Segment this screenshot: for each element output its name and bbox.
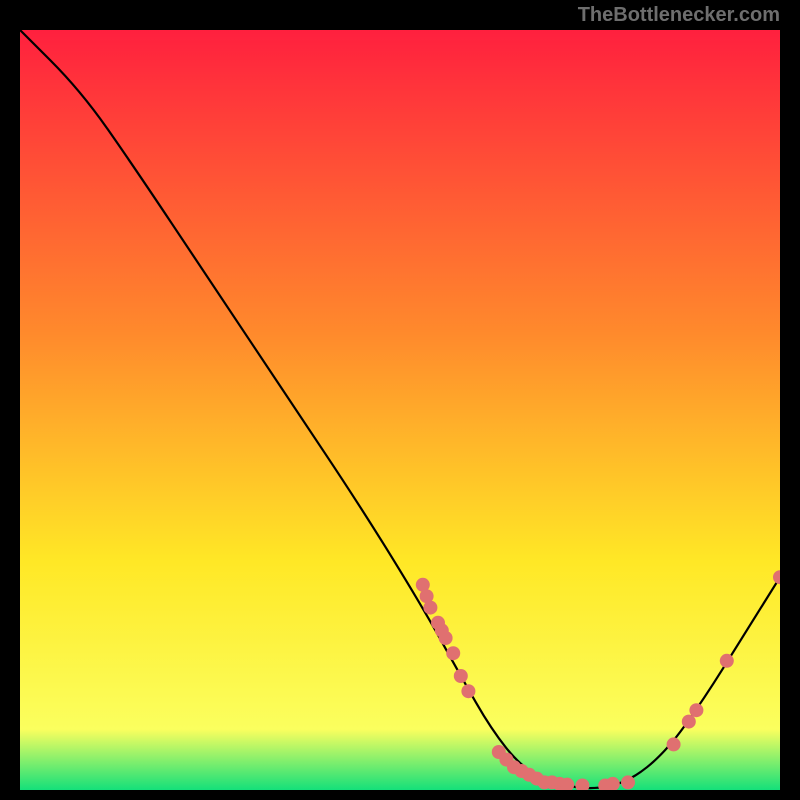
data-point <box>689 703 703 717</box>
data-point <box>439 631 453 645</box>
data-point <box>446 646 460 660</box>
data-point <box>621 775 635 789</box>
attribution-text: TheBottlenecker.com <box>578 4 780 27</box>
data-point <box>667 737 681 751</box>
data-point <box>682 715 696 729</box>
data-point <box>423 601 437 615</box>
bottleneck-curve-chart <box>20 30 780 790</box>
data-point <box>720 654 734 668</box>
data-point <box>454 669 468 683</box>
chart-frame <box>20 30 780 790</box>
data-point <box>461 684 475 698</box>
gradient-background <box>20 30 780 790</box>
